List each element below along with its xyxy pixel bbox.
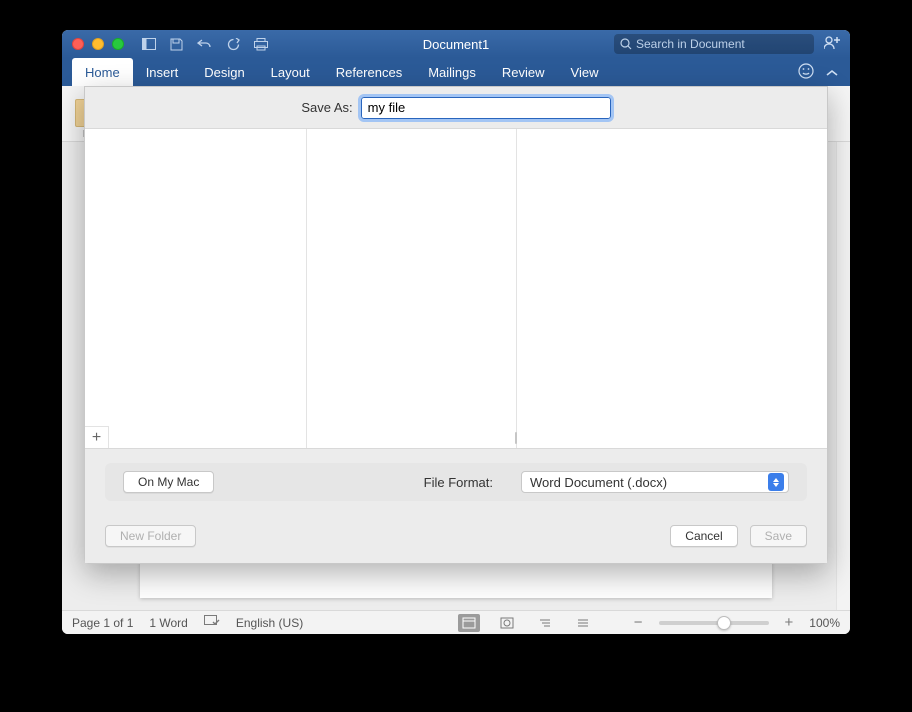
file-format-label: File Format: <box>424 475 493 490</box>
status-bar: Page 1 of 1 1 Word English (US) − + 100% <box>62 610 850 634</box>
emoji-icon[interactable] <box>798 63 814 82</box>
zoom-window-button[interactable] <box>112 38 124 50</box>
new-folder-button[interactable]: New Folder <box>105 525 196 547</box>
add-location-button[interactable]: + <box>85 426 109 448</box>
column-resize-handle[interactable] <box>515 432 517 444</box>
cancel-button[interactable]: Cancel <box>670 525 737 547</box>
tab-layout[interactable]: Layout <box>258 58 323 86</box>
on-my-mac-button[interactable]: On My Mac <box>123 471 214 493</box>
titlebar: Document1 Search in Document <box>62 30 850 58</box>
file-browser-columns: + <box>85 129 827 449</box>
browser-column-3[interactable] <box>517 129 827 448</box>
zoom-in-button[interactable]: + <box>785 614 794 631</box>
zoom-out-button[interactable]: − <box>634 614 643 631</box>
format-row: On My Mac File Format: Word Document (.d… <box>85 449 827 515</box>
tab-review[interactable]: Review <box>489 58 558 86</box>
plus-icon: + <box>92 429 101 447</box>
draft-view-icon[interactable] <box>572 614 594 632</box>
page-indicator[interactable]: Page 1 of 1 <box>72 616 133 630</box>
tab-home[interactable]: Home <box>72 58 133 86</box>
outline-view-icon[interactable] <box>534 614 556 632</box>
vertical-scrollbar[interactable] <box>836 142 850 610</box>
close-window-button[interactable] <box>72 38 84 50</box>
browser-column-2[interactable] <box>307 129 517 448</box>
panel-toggle-icon[interactable] <box>142 38 156 50</box>
share-icon[interactable] <box>824 35 840 54</box>
redo-icon[interactable] <box>227 38 240 51</box>
search-input[interactable]: Search in Document <box>614 34 814 54</box>
quick-access-toolbar <box>142 38 268 51</box>
language-indicator[interactable]: English (US) <box>236 616 303 630</box>
dialog-actions: New Folder Cancel Save <box>85 515 827 563</box>
save-as-label: Save As: <box>301 100 352 115</box>
word-count[interactable]: 1 Word <box>149 616 187 630</box>
web-layout-view-icon[interactable] <box>496 614 518 632</box>
ribbon-tabs: Home Insert Design Layout References Mai… <box>62 58 850 86</box>
save-dialog: Save As: + On My Mac File Format: Word D… <box>84 86 828 564</box>
select-arrows-icon <box>768 473 784 491</box>
collapse-ribbon-icon[interactable] <box>826 65 838 80</box>
save-icon[interactable] <box>170 38 183 51</box>
browser-column-1[interactable]: + <box>85 129 307 448</box>
file-format-value: Word Document (.docx) <box>530 475 667 490</box>
zoom-slider[interactable] <box>659 621 769 625</box>
tab-references[interactable]: References <box>323 58 415 86</box>
zoom-level[interactable]: 100% <box>809 616 840 630</box>
tab-mailings[interactable]: Mailings <box>415 58 489 86</box>
file-format-select[interactable]: Word Document (.docx) <box>521 471 789 493</box>
save-button[interactable]: Save <box>750 525 807 547</box>
save-as-row: Save As: <box>85 87 827 129</box>
tab-insert[interactable]: Insert <box>133 58 192 86</box>
traffic-lights <box>62 38 124 50</box>
undo-icon[interactable] <box>197 38 213 50</box>
tab-design[interactable]: Design <box>191 58 257 86</box>
word-window: Document1 Search in Document Home Insert… <box>62 30 850 634</box>
tab-view[interactable]: View <box>558 58 612 86</box>
print-icon[interactable] <box>254 38 268 51</box>
minimize-window-button[interactable] <box>92 38 104 50</box>
filename-input[interactable] <box>361 97 611 119</box>
zoom-slider-knob[interactable] <box>717 616 731 630</box>
spellcheck-icon[interactable] <box>204 615 220 631</box>
print-layout-view-icon[interactable] <box>458 614 480 632</box>
search-placeholder: Search in Document <box>636 37 745 51</box>
